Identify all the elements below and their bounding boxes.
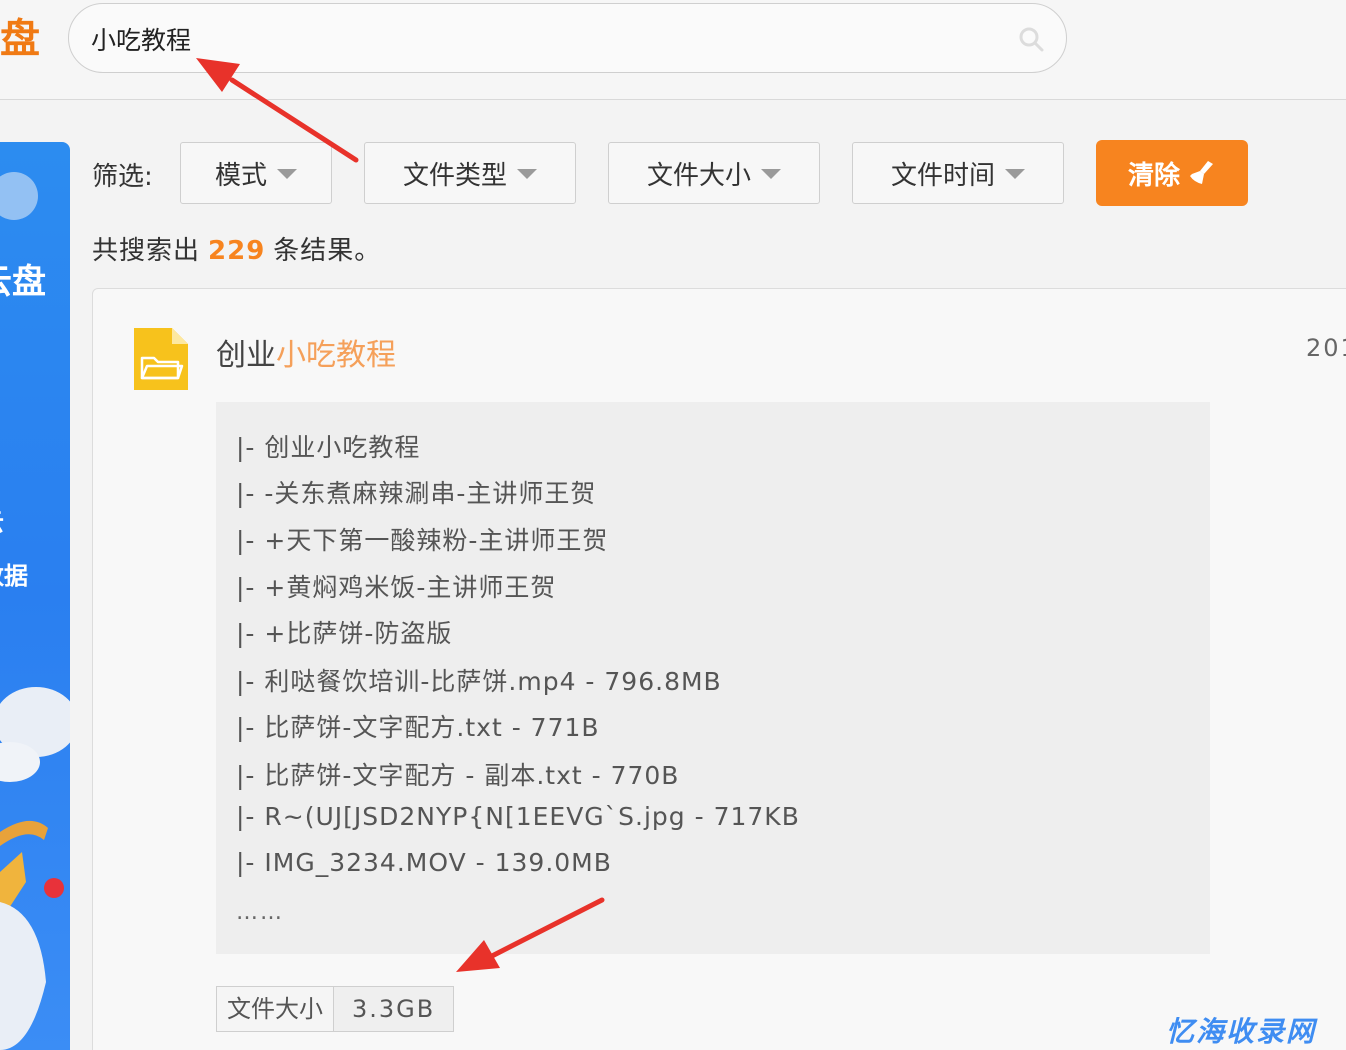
tree-line: |- 比萨饼-文字配方 - 副本.txt - 770B <box>236 761 680 790</box>
tree-line: |- +天下第一酸辣粉-主讲师王贺 <box>236 526 609 555</box>
caret-down-icon <box>1005 169 1025 179</box>
caret-down-icon <box>517 169 537 179</box>
tree-ellipsis: …… <box>236 900 284 925</box>
result-date: 201 <box>1306 334 1346 362</box>
tree-line: |- R~(UJ[JSD2NYP{N[1EEVG`S.jpg - 717KB <box>236 802 800 831</box>
search-icon[interactable] <box>1018 26 1044 52</box>
filter-file-type-label: 文件类型 <box>402 160 507 191</box>
clear-filters-button[interactable]: 清除 <box>1096 140 1248 206</box>
side-banner[interactable]: 云盘 云 数据 <box>0 142 70 1050</box>
search-input[interactable] <box>91 22 991 56</box>
clear-button-label: 清除 <box>1127 160 1180 191</box>
file-size-label: 文件大小 <box>217 987 334 1031</box>
result-count-prefix: 共搜索出 <box>92 236 201 266</box>
filter-file-time-label: 文件时间 <box>890 160 995 191</box>
tree-line: |- 创业小吃教程 <box>236 433 421 462</box>
tree-line: |- IMG_3234.MOV - 139.0MB <box>236 848 612 877</box>
header: 盘 <box>0 0 1346 100</box>
ribbon-decoration <box>0 820 64 1050</box>
side-banner-text: 云 <box>0 502 4 537</box>
logo[interactable]: 盘 <box>0 14 50 64</box>
side-banner-text: 数据 <box>0 562 28 590</box>
tree-line: |- 比萨饼-文字配方.txt - 771B <box>236 713 600 742</box>
caret-down-icon <box>277 169 297 179</box>
tree-line: |- -关东煮麻辣涮串-主讲师王贺 <box>236 479 597 508</box>
filter-file-size-label: 文件大小 <box>646 160 751 191</box>
filter-mode-label: 模式 <box>214 160 267 191</box>
filter-mode-dropdown[interactable]: 模式 <box>180 142 332 204</box>
file-size-tag: 文件大小 3.3GB <box>216 986 455 1032</box>
watermark: 忆海收录网 <box>1166 1015 1317 1048</box>
filter-file-type-dropdown[interactable]: 文件类型 <box>364 142 576 204</box>
tree-line: |- 利哒餐饮培训-比萨饼.mp4 - 796.8MB <box>236 667 722 696</box>
broom-icon <box>1190 161 1213 184</box>
result-count: 共搜索出 229 条结果。 <box>92 230 381 267</box>
tree-line: |- +比萨饼-防盗版 <box>236 619 453 648</box>
filter-file-time-dropdown[interactable]: 文件时间 <box>852 142 1064 204</box>
folder-icon <box>134 328 188 390</box>
result-title-highlight: 小吃教程 <box>276 338 396 373</box>
result-count-suffix: 条结果。 <box>273 236 382 266</box>
cloud-decoration <box>0 172 38 220</box>
filter-file-size-dropdown[interactable]: 文件大小 <box>608 142 820 204</box>
file-size-value: 3.3GB <box>334 987 454 1031</box>
result-count-number: 229 <box>208 236 266 266</box>
filter-label: 筛选: <box>92 162 153 192</box>
result-title-link[interactable]: 创业小吃教程 <box>216 330 396 374</box>
search-box[interactable] <box>68 3 1067 73</box>
side-banner-title: 云盘 <box>0 262 46 302</box>
result-title-text: 创业 <box>216 338 276 373</box>
caret-down-icon <box>761 169 781 179</box>
tree-line: |- +黄焖鸡米饭-主讲师王贺 <box>236 573 557 602</box>
